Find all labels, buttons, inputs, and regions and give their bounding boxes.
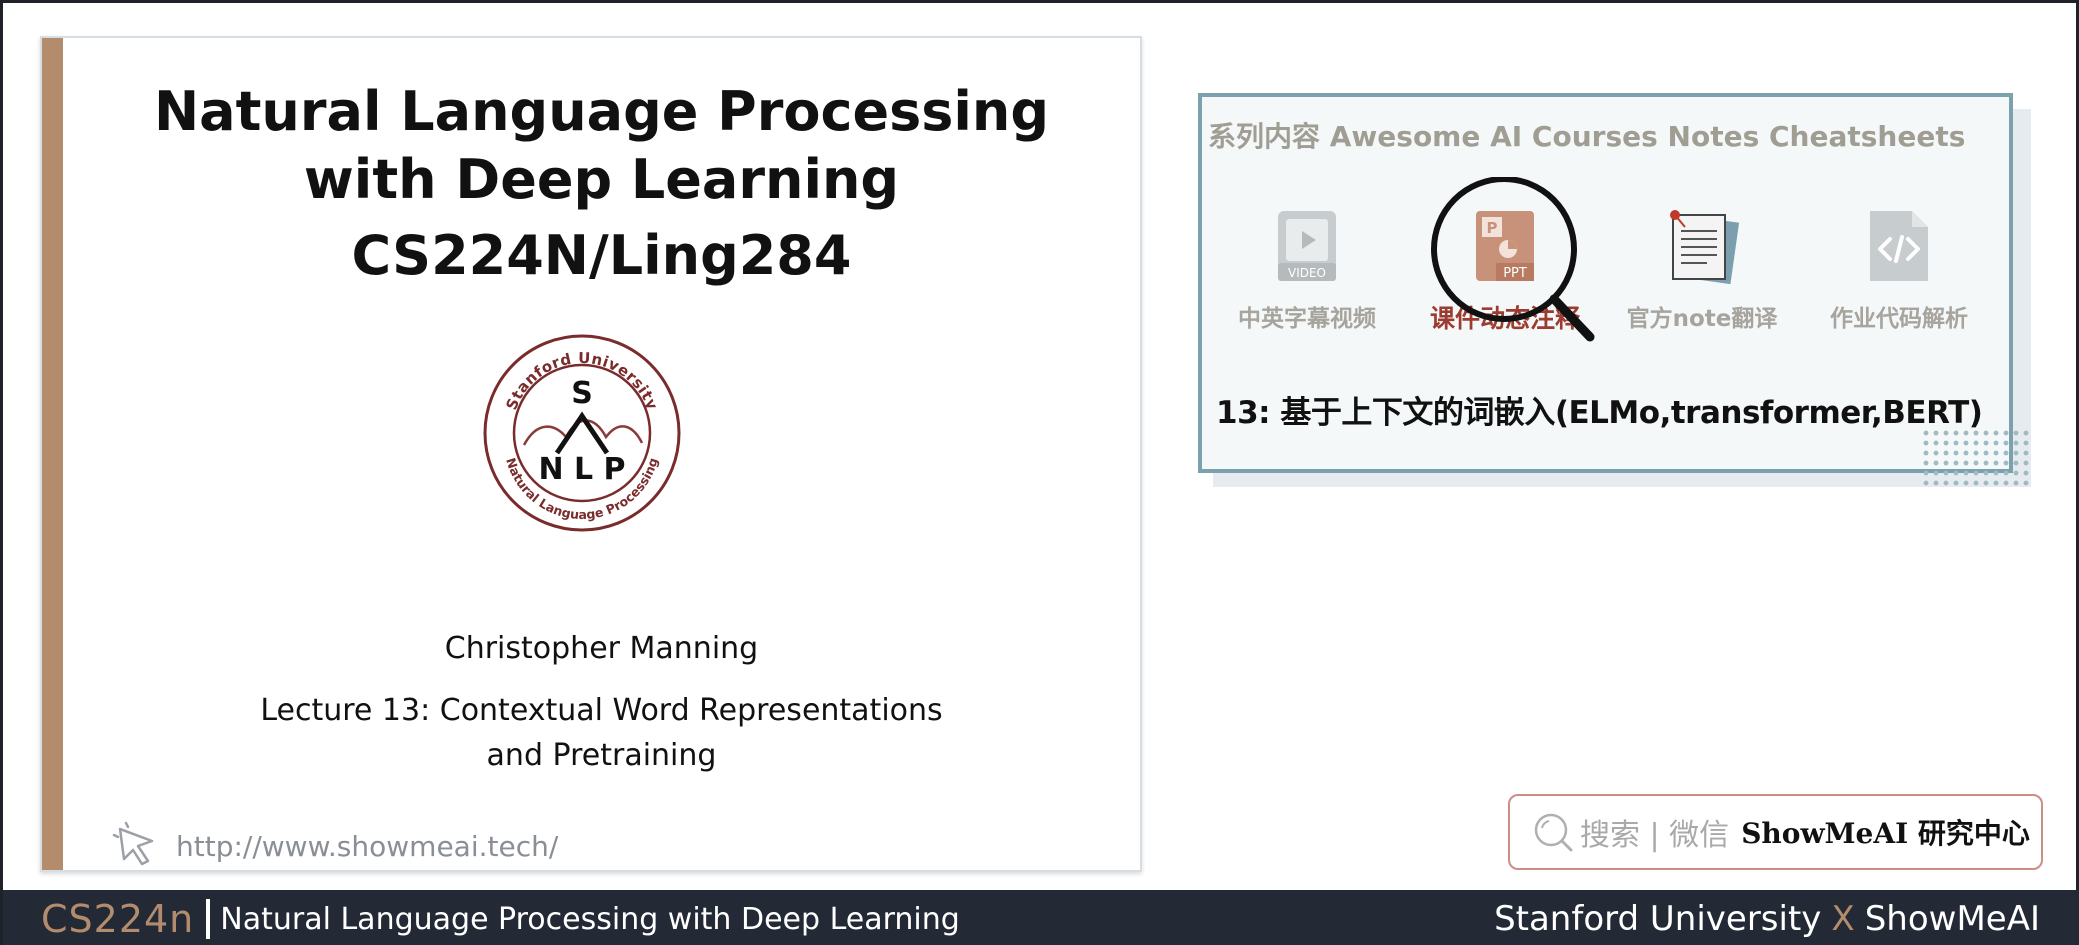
- footer-course-code: CS224n: [41, 897, 195, 941]
- tile-video-subtitles[interactable]: VIDEO 中英字幕视频: [1217, 207, 1397, 333]
- document-icon: [1670, 210, 1740, 285]
- tile-label-video: 中英字幕视频: [1238, 306, 1376, 332]
- lecture-title-line-1: Lecture 13: Contextual Word Representati…: [260, 693, 943, 728]
- title-line-1: Natural Language Processing: [153, 80, 1049, 143]
- footer-showmeai: ShowMeAI: [1864, 899, 2040, 939]
- website-link[interactable]: http://www.showmeai.tech/: [112, 821, 558, 871]
- slide-title: Natural Language Processing with Deep Le…: [63, 78, 1140, 294]
- lecture-title-line-2: and Pretraining: [486, 738, 717, 773]
- wechat-search-box[interactable]: 搜索 | 微信 ShowMeAI 研究中心: [1508, 794, 2043, 870]
- footer-bar: CS224n Natural Language Processing with …: [3, 890, 2079, 945]
- series-card: 系列内容 Awesome AI Courses Notes Cheatsheet…: [1198, 93, 2013, 473]
- slide-accent-bar: [42, 38, 63, 870]
- video-icon: VIDEO: [1278, 211, 1336, 281]
- seal-letter-s: S: [571, 376, 593, 411]
- page-frame: Natural Language Processing with Deep Le…: [0, 0, 2079, 945]
- stanford-nlp-seal-logo: Stanford University Natural Language Pro…: [483, 334, 681, 532]
- author-name: Christopher Manning: [444, 631, 759, 666]
- tile-label-notes: 官方note翻译: [1626, 306, 1778, 332]
- tile-note-translation[interactable]: 官方note翻译: [1612, 207, 1792, 333]
- code-file-icon: [1870, 211, 1928, 281]
- search-icon: [1534, 813, 1573, 852]
- lecture-slide: Natural Language Processing with Deep Le…: [40, 36, 1142, 872]
- footer-separator: [206, 899, 211, 939]
- footer-x: X: [1831, 899, 1855, 939]
- search-hint: 搜索 | 微信: [1580, 818, 1730, 853]
- footer-partners: Stanford University X ShowMeAI: [1494, 890, 2040, 945]
- video-badge: VIDEO: [1288, 266, 1326, 280]
- website-url[interactable]: http://www.showmeai.tech/: [176, 830, 558, 863]
- decorative-dot-grid: [1921, 428, 2031, 488]
- course-code-title: CS224N/Ling284: [351, 224, 852, 287]
- card-lecture-title: 13: 基于上下文的词嵌入(ELMo,transformer,BERT): [1216, 395, 1983, 431]
- footer-stanford: Stanford University: [1494, 899, 1822, 939]
- search-brand: ShowMeAI 研究中心: [1741, 817, 2030, 850]
- tile-code-analysis[interactable]: 作业代码解析: [1809, 207, 1989, 333]
- title-line-2: with Deep Learning: [303, 148, 900, 211]
- series-title: 系列内容 Awesome AI Courses Notes Cheatsheet…: [1208, 120, 1966, 153]
- lecture-title: Lecture 13: Contextual Word Representati…: [63, 688, 1140, 778]
- footer-course-name: Natural Language Processing with Deep Le…: [220, 901, 960, 937]
- tile-label-code: 作业代码解析: [1830, 306, 1968, 332]
- cursor-click-icon: [112, 821, 154, 866]
- seal-letters-nlp: N L P: [538, 452, 625, 487]
- magnifier-icon: [1431, 177, 1595, 342]
